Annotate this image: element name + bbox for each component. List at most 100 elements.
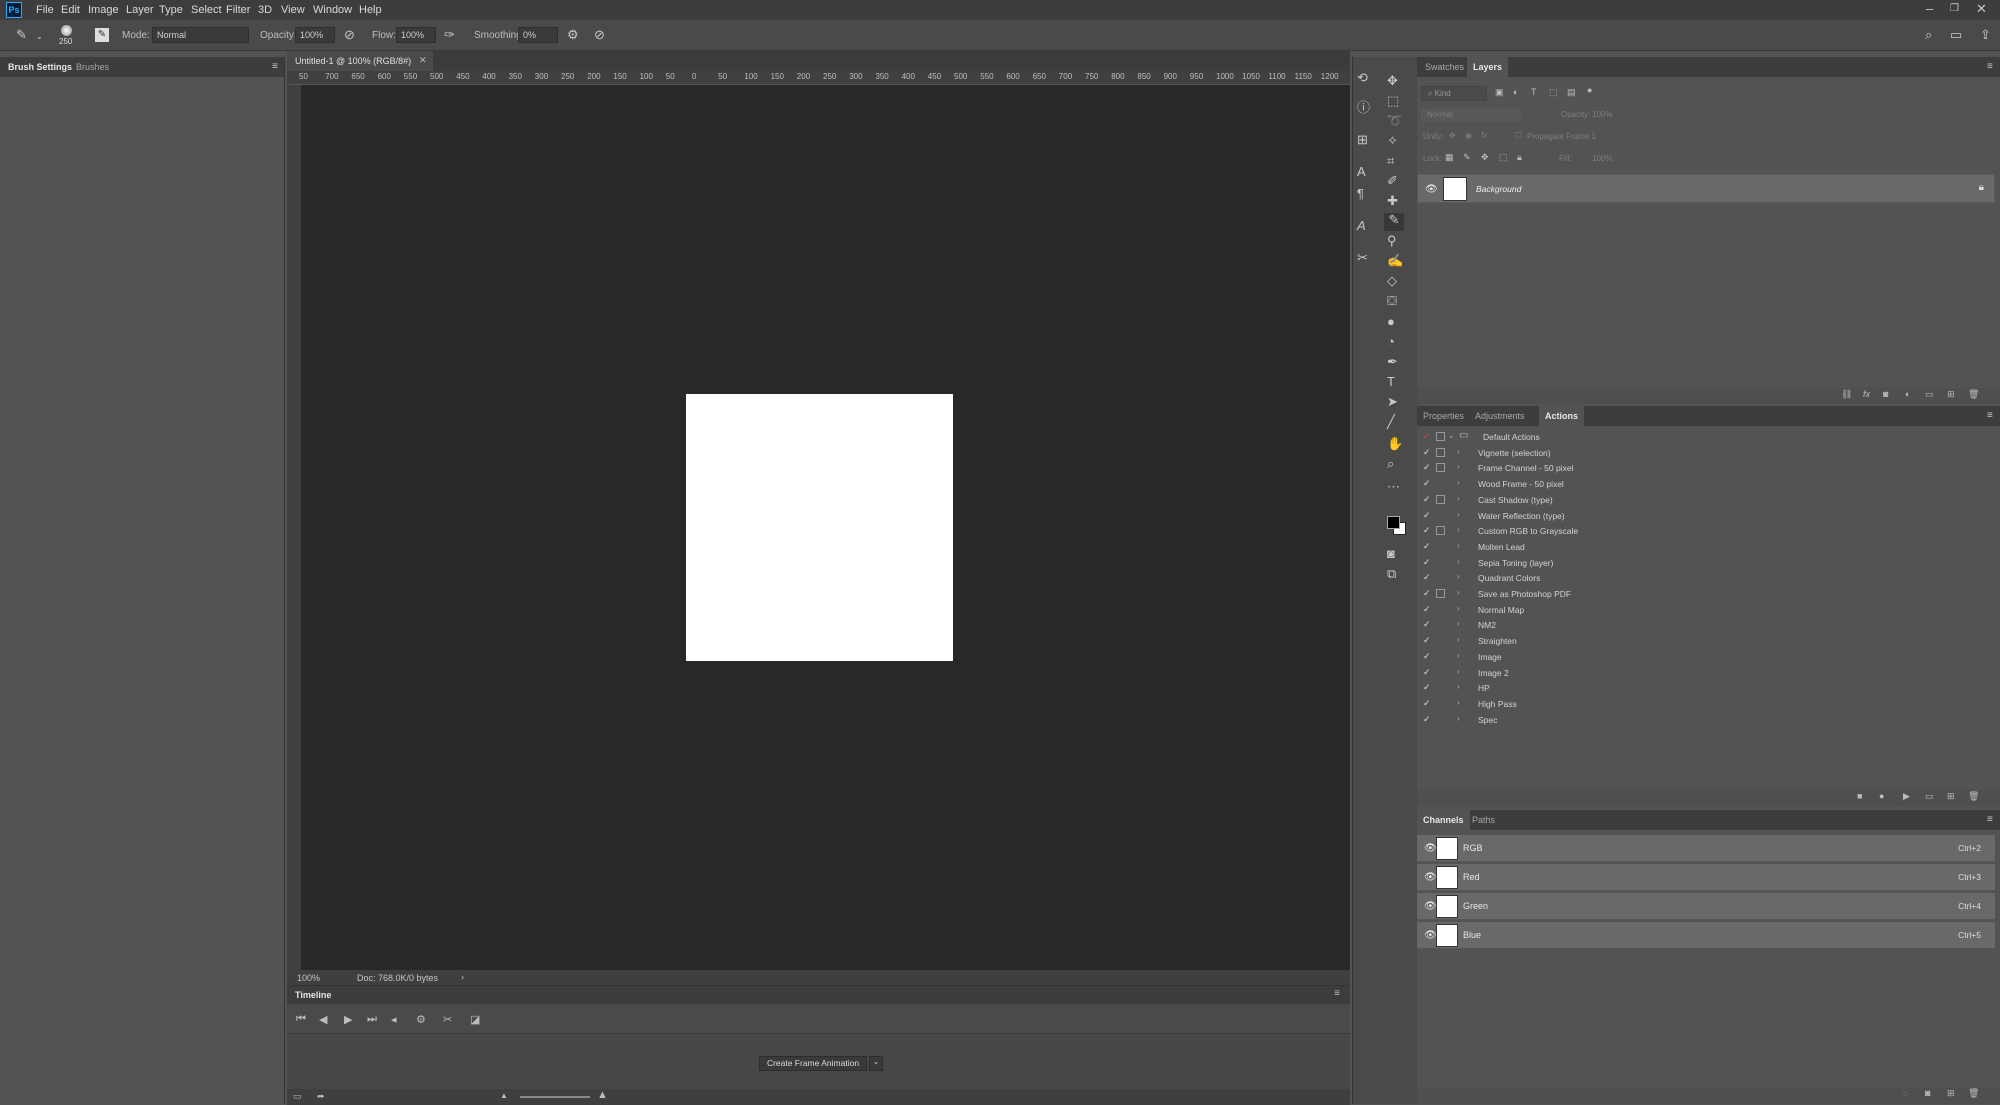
panel-menu-icon[interactable]: ≡ — [1987, 60, 1993, 74]
chevron-right-icon[interactable]: › — [1457, 588, 1460, 597]
delete-icon[interactable]: 🗑︎ — [1968, 791, 1979, 802]
menu-layer[interactable]: Layer — [126, 4, 154, 16]
action-row[interactable]: ✓ › Frame Channel - 50 pixel — [1417, 460, 1995, 476]
dialog-toggle[interactable] — [1436, 699, 1445, 708]
dialog-toggle[interactable] — [1436, 652, 1445, 661]
clone-stamp-tool-icon[interactable]: ⚲ — [1387, 234, 1397, 248]
chevron-right-icon[interactable]: › — [1457, 462, 1460, 471]
pressure-size-icon[interactable]: ⊘ — [594, 28, 605, 42]
airbrush-icon[interactable]: ✑ — [444, 28, 455, 42]
chevron-right-icon[interactable]: › — [1457, 447, 1460, 456]
check-icon[interactable]: ✓ — [1423, 478, 1431, 489]
tab-actions[interactable]: Actions — [1539, 406, 1585, 426]
menu-select[interactable]: Select — [191, 4, 222, 16]
new-channel-icon[interactable]: ⊞ — [1947, 1088, 1955, 1099]
chevron-right-icon[interactable]: › — [1457, 525, 1460, 534]
type-tool-icon[interactable]: T — [1387, 375, 1395, 389]
action-row[interactable]: ✓ › Vignette (selection) — [1417, 445, 1995, 461]
dialog-toggle[interactable] — [1436, 494, 1445, 504]
dialog-toggle[interactable] — [1436, 463, 1445, 473]
pressure-opacity-icon[interactable]: ⊘ — [344, 28, 355, 42]
action-row[interactable]: ✓ › HP — [1417, 680, 1995, 696]
tab-brush-settings[interactable]: Brush Settings — [8, 62, 72, 72]
gear-icon[interactable]: ⚙ — [567, 28, 579, 42]
action-row[interactable]: ✓ › Water Reflection (type) — [1417, 508, 1995, 524]
mode-select[interactable]: Normal — [152, 27, 249, 43]
audio-icon[interactable]: ◂ — [391, 1013, 397, 1026]
panel-menu-icon[interactable]: ≡ — [1334, 988, 1340, 999]
brush-preset-picker[interactable]: 250 — [58, 24, 76, 48]
channel-row-green[interactable]: 👁︎ Green Ctrl+4 — [1417, 893, 1995, 920]
create-animation-dropdown[interactable]: ⌄ — [869, 1056, 883, 1071]
share-icon[interactable]: ⇪ — [1980, 28, 1991, 42]
dialog-toggle[interactable] — [1436, 605, 1445, 614]
action-row[interactable]: ✓ › Cast Shadow (type) — [1417, 492, 1995, 508]
chevron-right-icon[interactable]: › — [1457, 557, 1460, 566]
check-icon[interactable]: ✓ — [1423, 667, 1431, 678]
history-icon[interactable]: ⟲ — [1357, 71, 1368, 85]
chevron-right-icon[interactable]: › — [1457, 651, 1460, 660]
eye-icon[interactable]: 👁︎ — [1425, 184, 1438, 195]
fill-value[interactable]: 100% — [1592, 154, 1612, 163]
check-icon[interactable]: ✓ — [1423, 525, 1431, 536]
dialog-toggle[interactable] — [1436, 573, 1445, 582]
dialog-toggle[interactable] — [1436, 479, 1445, 488]
tab-swatches[interactable]: Swatches — [1425, 62, 1464, 72]
link-layers-icon[interactable]: ⛓ — [1841, 389, 1852, 400]
chevron-right-icon[interactable]: › — [1457, 667, 1460, 676]
close-icon[interactable]: ✕ — [1976, 2, 1987, 16]
channel-row-rgb[interactable]: 👁︎ RGB Ctrl+2 — [1417, 835, 1995, 862]
settings-icon[interactable]: ⚙ — [416, 1013, 426, 1026]
chevron-right-icon[interactable]: › — [1457, 572, 1460, 581]
blend-mode-select[interactable]: Normal — [1421, 108, 1521, 122]
action-row[interactable]: ✓ › Straighten — [1417, 633, 1995, 649]
eraser-tool-icon[interactable]: ◇ — [1387, 274, 1397, 288]
check-icon[interactable]: ✓ — [1423, 541, 1431, 552]
check-icon[interactable]: ✓ — [1423, 619, 1431, 630]
magic-wand-tool-icon[interactable]: ✧ — [1387, 134, 1398, 148]
check-icon[interactable]: ✓ — [1423, 651, 1431, 662]
zoom-tool-icon[interactable]: ⌕ — [1387, 457, 1394, 471]
create-frame-animation-button[interactable]: Create Frame Animation — [759, 1056, 867, 1071]
paint-bucket-tool-icon[interactable]: ⛋ — [1387, 294, 1397, 308]
layer-kind-filter[interactable]: ⌕ Kind — [1421, 86, 1487, 101]
opacity-field[interactable]: 100% — [295, 27, 335, 43]
paragraph-icon[interactable]: ¶ — [1357, 187, 1364, 201]
path-selection-tool-icon[interactable]: ➤ — [1387, 395, 1398, 409]
filter-type-icon[interactable]: T — [1531, 87, 1537, 97]
filter-adjustment-icon[interactable]: ◐ — [1513, 87, 1518, 97]
filter-shape-icon[interactable]: ⬚ — [1549, 87, 1558, 98]
check-icon[interactable]: ✓ — [1423, 698, 1431, 709]
convert-icon[interactable]: ▭ — [293, 1091, 302, 1102]
eye-icon[interactable]: 👁︎ — [1424, 872, 1437, 883]
chevron-right-icon[interactable]: › — [1457, 478, 1460, 487]
menu-window[interactable]: Window — [313, 4, 352, 16]
unify-position-icon[interactable]: ✥ — [1449, 131, 1456, 140]
document-tab[interactable]: Untitled-1 @ 100% (RGB/8#) ✕ — [287, 51, 433, 71]
zoom-level[interactable]: 100% — [297, 973, 320, 983]
move-tool-icon[interactable]: ✥ — [1387, 74, 1398, 88]
check-icon[interactable]: ✓ — [1423, 557, 1431, 568]
action-row[interactable]: ✓ › Save as Photoshop PDF — [1417, 586, 1995, 602]
lock-all-icon[interactable]: 🔒︎ — [1517, 152, 1522, 163]
dialog-toggle[interactable] — [1436, 636, 1445, 645]
delete-icon[interactable]: 🗑︎ — [1968, 389, 1979, 400]
dialog-toggle[interactable] — [1436, 683, 1445, 692]
check-icon[interactable]: ✓ — [1423, 682, 1431, 693]
chevron-down-icon[interactable]: ⌄ — [1448, 431, 1455, 440]
marquee-tool-icon[interactable]: ⬚ — [1387, 94, 1399, 108]
layer-opacity-value[interactable]: 100% — [1592, 110, 1612, 119]
close-tab-icon[interactable]: ✕ — [419, 55, 427, 66]
eye-icon[interactable]: 👁︎ — [1424, 901, 1437, 912]
dialog-toggle[interactable] — [1436, 589, 1445, 598]
history-brush-tool-icon[interactable]: ✍ — [1387, 254, 1403, 268]
delete-icon[interactable]: 🗑︎ — [1968, 1088, 1979, 1099]
first-frame-icon[interactable]: ⏮ — [296, 1013, 306, 1026]
action-row[interactable]: ✓ › Molten Lead — [1417, 539, 1995, 555]
render-icon[interactable]: ➦ — [317, 1091, 325, 1102]
play-icon[interactable]: ▶ — [344, 1013, 352, 1026]
screen-mode-icon[interactable]: ⧉ — [1387, 567, 1396, 581]
save-selection-icon[interactable]: ◙ — [1925, 1088, 1930, 1098]
action-row[interactable]: ✓ › High Pass — [1417, 696, 1995, 712]
action-row[interactable]: ✓ › Normal Map — [1417, 602, 1995, 618]
